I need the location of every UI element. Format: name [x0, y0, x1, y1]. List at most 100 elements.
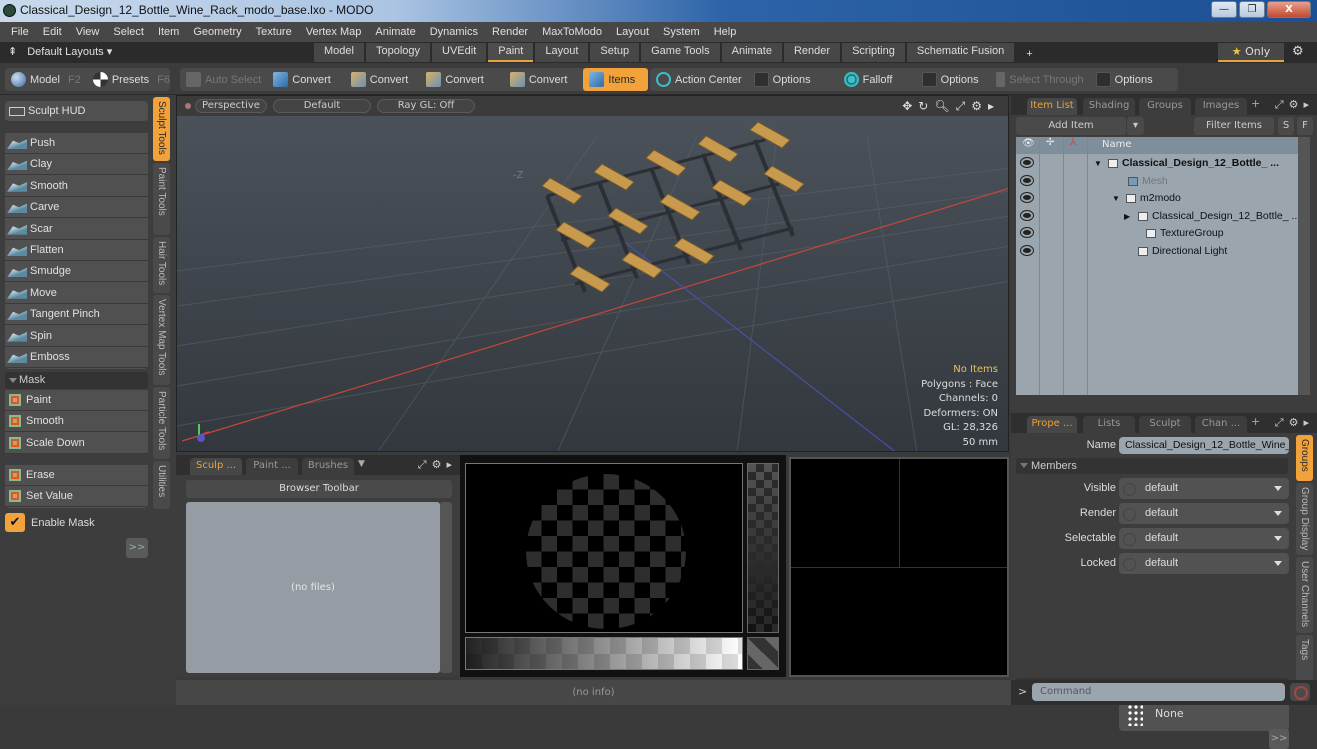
item-list-row[interactable]: ▼ m2modo	[1016, 190, 1298, 208]
tab-sculpt[interactable]: Sculpt	[1139, 416, 1191, 433]
tab-groups[interactable]: Groups	[1139, 98, 1191, 115]
sculpt-tool-flatten[interactable]: Flatten	[5, 240, 148, 261]
gear-icon[interactable]: ⚙	[1289, 98, 1299, 112]
item-list-row[interactable]: ▶ Classical_Design_12_Bottle_ ...	[1016, 208, 1300, 226]
menu-texture[interactable]: Texture	[249, 26, 299, 38]
side-tab-sculpt-tools[interactable]: Sculpt Tools	[153, 97, 170, 161]
side-tab-hair-tools[interactable]: Hair Tools	[153, 237, 170, 293]
shading-mode-button[interactable]: Default	[273, 99, 371, 113]
item-list-scrollbar[interactable]	[1298, 137, 1310, 395]
sculpt-tool-spin[interactable]: Spin	[5, 325, 148, 347]
mask-tool-erase[interactable]: Erase	[5, 465, 148, 486]
mask-tool-smooth[interactable]: Smooth	[5, 411, 148, 433]
expand-arrow-icon[interactable]: ▸	[446, 458, 452, 472]
tab-shading[interactable]: Shading	[1083, 98, 1135, 115]
s-filter-button[interactable]: S	[1278, 117, 1294, 135]
side-tab-group-display[interactable]: Group Display	[1296, 483, 1313, 555]
visibility-eye-icon[interactable]	[1021, 193, 1033, 202]
side-tab-user-channels[interactable]: User Channels	[1296, 557, 1313, 633]
action-center-options-button[interactable]: Options	[748, 68, 838, 91]
tab-channels[interactable]: Chan ...	[1195, 416, 1247, 433]
convert-materials-button[interactable]: Convert	[504, 68, 574, 91]
menu-view[interactable]: View	[69, 26, 107, 38]
gear-icon[interactable]: ⚙	[1289, 416, 1299, 430]
item-list-row[interactable]: TextureGroup	[1016, 225, 1298, 243]
layout-tab-paint[interactable]: Paint	[488, 43, 534, 62]
expand-arrow-icon[interactable]: ▸	[988, 99, 994, 114]
add-item-button[interactable]: Add Item	[1016, 117, 1126, 135]
sculpt-tool-carve[interactable]: Carve	[5, 197, 148, 219]
auto-select-button[interactable]: Auto Select	[180, 68, 267, 91]
more-properties-button[interactable]: >>	[1269, 729, 1289, 749]
prop-locked-dropdown[interactable]: default	[1119, 553, 1289, 574]
menu-dynamics[interactable]: Dynamics	[423, 26, 485, 38]
tab-lists[interactable]: Lists	[1083, 416, 1135, 433]
layout-tab-schematic-fusion[interactable]: Schematic Fusion	[906, 43, 1015, 62]
add-tab-icon[interactable]: +	[1251, 97, 1260, 110]
tab-paint[interactable]: Paint ...	[246, 458, 298, 475]
name-field[interactable]: Classical_Design_12_Bottle_Wine_	[1119, 437, 1289, 454]
rotate-icon[interactable]: ↻	[918, 99, 928, 114]
expand-toggle-icon[interactable]: ▼	[1112, 194, 1120, 203]
visibility-eye-icon[interactable]	[1021, 210, 1033, 220]
expand-arrow-icon[interactable]: ▸	[1303, 98, 1309, 112]
tab-brushes[interactable]: Brushes	[302, 458, 354, 475]
menu-file[interactable]: File	[4, 26, 36, 38]
minimize-button[interactable]: —	[1211, 1, 1237, 18]
add-item-dropdown[interactable]: ▾	[1127, 117, 1144, 135]
presets-button[interactable]: Presets F6	[87, 68, 176, 91]
gear-icon[interactable]: ⚙	[432, 458, 442, 472]
record-macro-button[interactable]	[1290, 683, 1310, 701]
menu-system[interactable]: System	[656, 26, 707, 38]
color-picker-panel[interactable]	[789, 457, 1009, 677]
add-layout-tab-icon[interactable]: +	[1016, 43, 1042, 62]
more-tools-button[interactable]: >>	[126, 538, 148, 558]
menu-edit[interactable]: Edit	[36, 26, 69, 38]
layout-tab-animate[interactable]: Animate	[721, 43, 782, 62]
item-list-row[interactable]: Directional Light	[1016, 243, 1298, 261]
default-layouts-dropdown[interactable]: ⇞ Default Layouts ▾	[8, 45, 112, 58]
sculpt-tool-move[interactable]: Move	[5, 282, 148, 304]
sculpt-tool-emboss[interactable]: Emboss	[5, 347, 148, 368]
menu-geometry[interactable]: Geometry	[186, 26, 248, 38]
falloff-options-button[interactable]: Options	[916, 68, 990, 91]
expand-toggle-icon[interactable]: ▼	[1094, 159, 1102, 168]
convert-vertices-button[interactable]: Convert	[267, 68, 337, 91]
action-center-button[interactable]: Action Center	[650, 68, 748, 91]
prop-render-dropdown[interactable]: default	[1119, 503, 1289, 524]
visibility-eye-icon[interactable]	[1021, 245, 1033, 255]
3d-viewport[interactable]: -Z Perspective Default Ray GL: Off ✥ ↻ 🔍…	[176, 95, 1009, 452]
sculpt-tool-tangent-pinch[interactable]: Tangent Pinch	[5, 304, 148, 326]
prop-visible-dropdown[interactable]: default	[1119, 478, 1289, 499]
filter-items-input[interactable]: Filter Items	[1194, 117, 1274, 135]
layout-tab-uvedit[interactable]: UVEdit	[432, 43, 487, 62]
layout-tab-game-tools[interactable]: Game Tools	[641, 43, 720, 62]
gear-icon[interactable]: ⚙	[1292, 44, 1304, 59]
menu-help[interactable]: Help	[707, 26, 744, 38]
close-button[interactable]: X	[1267, 1, 1311, 18]
maximize-icon[interactable]: ⤢	[418, 458, 427, 472]
maximize-icon[interactable]: ⤢	[1275, 98, 1284, 112]
model-mode-button[interactable]: Model F2	[5, 68, 87, 91]
layout-tab-topology[interactable]: Topology	[365, 43, 431, 62]
side-tab-paint-tools[interactable]: Paint Tools	[153, 163, 170, 235]
mask-tool-scale-down[interactable]: Scale Down	[5, 432, 148, 454]
enable-mask-toggle[interactable]: ✔ Enable Mask	[5, 513, 95, 532]
expand-arrow-icon[interactable]: ▸	[1303, 416, 1309, 430]
mask-tool-paint[interactable]: Paint	[5, 390, 148, 411]
members-section-header[interactable]: Members	[1016, 458, 1288, 474]
browser-scrollbar[interactable]	[440, 502, 452, 673]
menu-select[interactable]: Select	[106, 26, 151, 38]
tabs-dropdown-icon[interactable]: ▼	[358, 459, 365, 469]
gear-icon[interactable]: ⚙	[971, 99, 982, 114]
tab-properties[interactable]: Prope ...	[1027, 416, 1077, 433]
gradient-bar[interactable]	[465, 637, 743, 670]
item-list-row[interactable]: ▼ Classical_Design_12_Bottle_ ...	[1016, 155, 1298, 173]
command-input[interactable]: Command	[1032, 683, 1285, 701]
convert-polygons-button[interactable]: Convert	[420, 68, 490, 91]
menu-layout[interactable]: Layout	[609, 26, 656, 38]
file-browser-area[interactable]: (no files)	[186, 502, 440, 673]
items-mode-button[interactable]: Items	[583, 68, 648, 91]
menu-animate[interactable]: Animate	[368, 26, 422, 38]
falloff-button[interactable]: Falloff	[838, 68, 916, 91]
